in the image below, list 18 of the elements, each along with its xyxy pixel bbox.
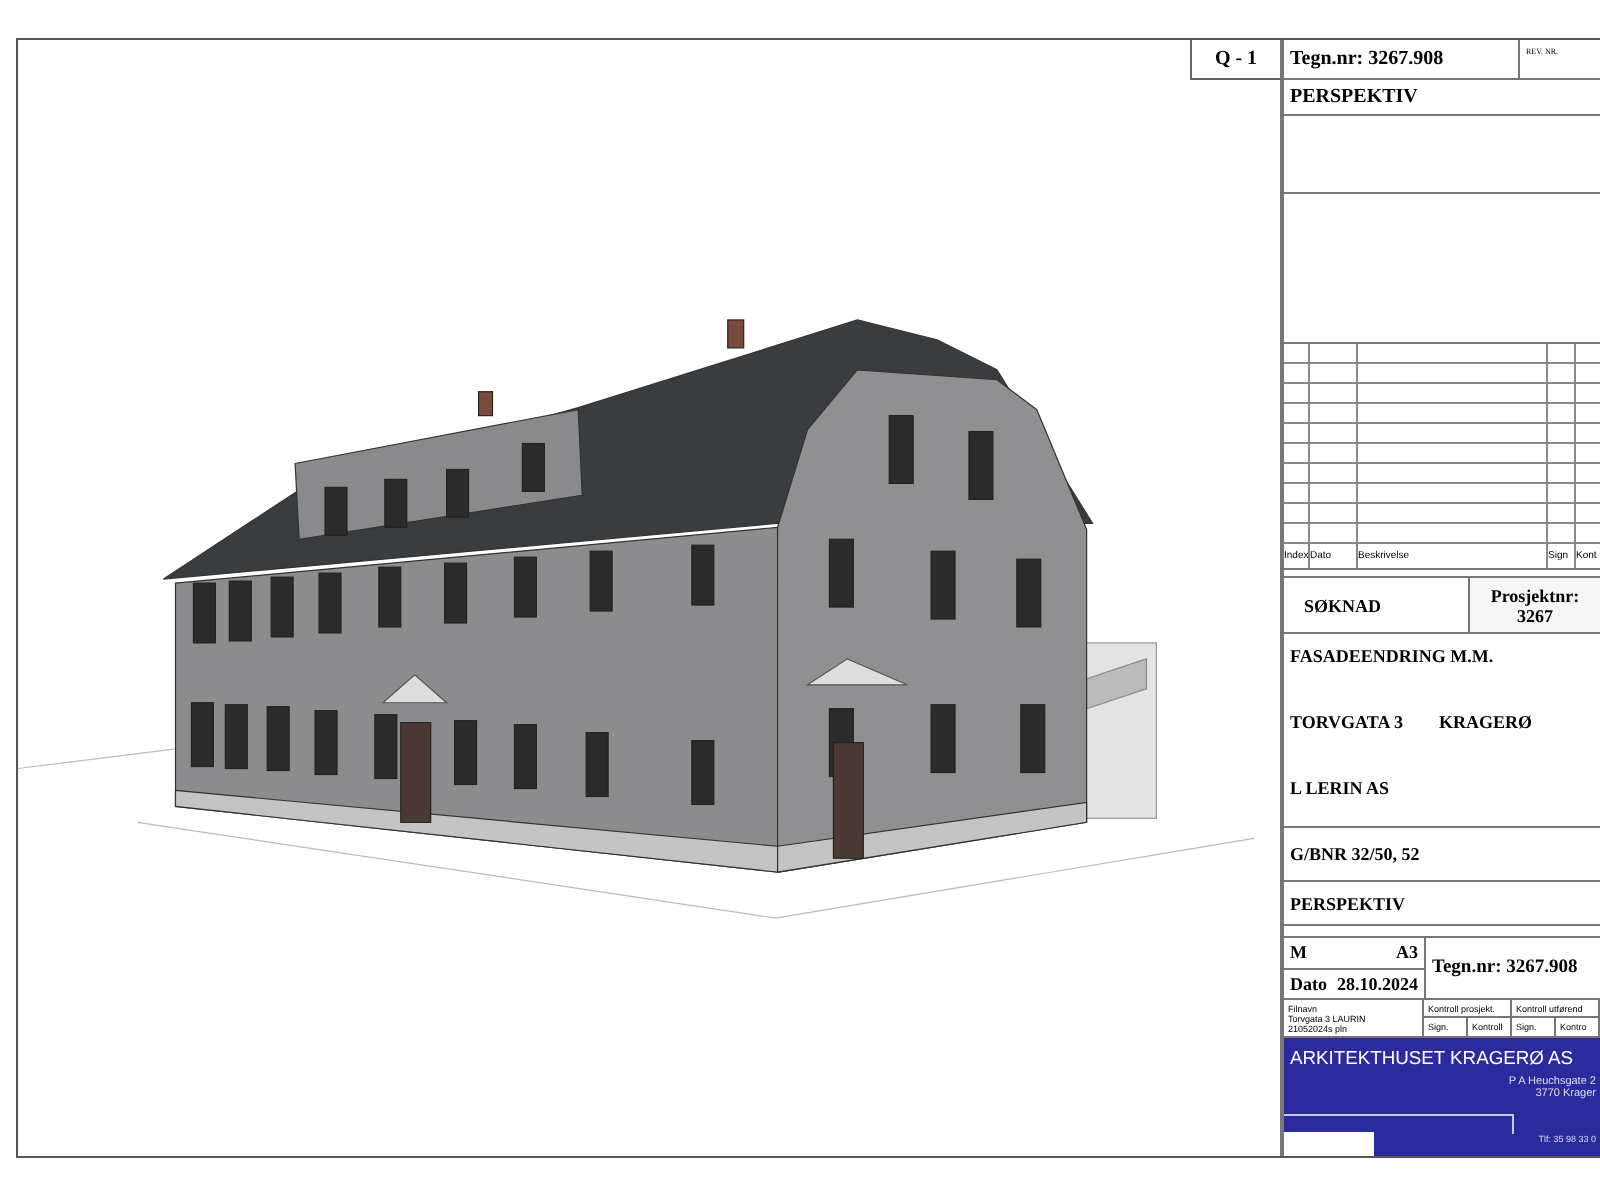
view-title: PERSPEKTIV xyxy=(1284,80,1600,116)
client-text: L LERIN AS xyxy=(1290,778,1392,798)
view-title: PERSPEKTIV xyxy=(1284,882,1600,926)
paper-size: A3 xyxy=(1396,942,1418,963)
sheet-number: Q - 1 xyxy=(1190,40,1280,80)
date-label: Dato xyxy=(1290,973,1327,994)
description-text: FASADEENDRING M.M. xyxy=(1290,646,1496,666)
firm-name: ARKITEKTHUSET KRAGERØ AS xyxy=(1288,1044,1576,1068)
property-text: G/BNR 32/50, 52 xyxy=(1284,828,1600,882)
address-text: TORVGATA 3 xyxy=(1290,712,1403,732)
date-text: 28.10.2024 xyxy=(1337,973,1418,994)
place-text: KRAGERØ xyxy=(1438,712,1532,732)
drawing-number: Tegn.nr: 3267.908 xyxy=(1430,956,1580,982)
scale-label: M xyxy=(1290,942,1307,963)
drawing-number: Tegn.nr: 3267.908 xyxy=(1284,40,1520,78)
project-number: 3267 xyxy=(1517,605,1553,625)
project-label: Prosjektnr: xyxy=(1490,585,1580,605)
status-label: SØKNAD xyxy=(1302,595,1384,615)
